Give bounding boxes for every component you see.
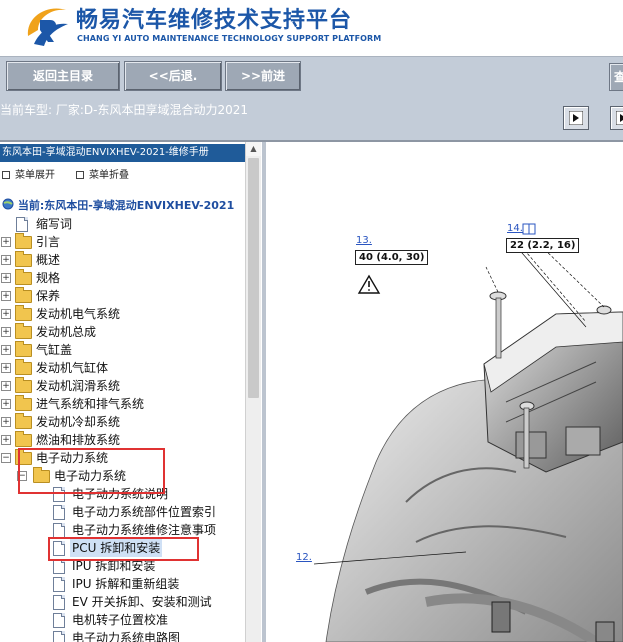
back-button[interactable]: <<后退. bbox=[124, 61, 222, 91]
tree-item[interactable]: + 发动机电气系统 bbox=[0, 305, 244, 323]
expand-plus-icon[interactable]: + bbox=[1, 399, 11, 409]
expand-plus-icon[interactable]: + bbox=[1, 381, 11, 391]
highlight-box bbox=[48, 537, 199, 561]
callout-12[interactable]: 12. bbox=[296, 552, 312, 563]
app-header: 畅易汽车维修技术支持平台 CHANG YI AUTO MAINTENANCE T… bbox=[0, 0, 623, 56]
expand-plus-icon[interactable]: + bbox=[1, 327, 11, 337]
callout-14[interactable]: 14. bbox=[507, 223, 523, 234]
folder-icon bbox=[15, 395, 32, 411]
last-page-icon[interactable] bbox=[610, 106, 623, 130]
document-icon bbox=[53, 559, 65, 574]
tree-item[interactable]: + 引言 bbox=[0, 233, 244, 251]
expand-plus-icon[interactable]: + bbox=[1, 417, 11, 427]
folder-icon bbox=[15, 377, 32, 393]
menu-collapse-button[interactable]: 菜单折叠 bbox=[76, 166, 129, 181]
document-icon bbox=[53, 631, 65, 642]
expand-icon bbox=[2, 171, 10, 179]
tree-item[interactable]: 缩写词 bbox=[0, 215, 244, 233]
scroll-up-icon[interactable]: ▲ bbox=[246, 142, 261, 156]
return-home-button[interactable]: 返回主目录 bbox=[6, 61, 120, 91]
forward-button[interactable]: >>前进 bbox=[225, 61, 301, 91]
highlight-box bbox=[18, 448, 165, 494]
torque-spec-14: 22 (2.2, 16) bbox=[506, 238, 580, 253]
tree-item[interactable]: + 概述 bbox=[0, 251, 244, 269]
tree-item[interactable]: + 规格 bbox=[0, 269, 244, 287]
manual-tree-panel: 东风本田-享域混动ENVIXHEV-2021-维修手册 菜单展开 菜单折叠 当前… bbox=[0, 142, 262, 642]
sidebar-scrollbar[interactable]: ▲ bbox=[245, 142, 261, 642]
menu-expand-button[interactable]: 菜单展开 bbox=[2, 166, 55, 181]
manual-title-bar: 东风本田-享域混动ENVIXHEV-2021-维修手册 bbox=[0, 144, 246, 162]
expand-plus-icon[interactable]: + bbox=[1, 255, 11, 265]
collapse-minus-icon[interactable]: − bbox=[1, 453, 11, 463]
tree-item[interactable]: + 保养 bbox=[0, 287, 244, 305]
expand-plus-icon[interactable]: + bbox=[1, 291, 11, 301]
current-manual-label: 当前:东风本田-享域混动ENVIXHEV-2021 bbox=[2, 197, 234, 213]
platform-title: 畅易汽车维修技术支持平台 bbox=[76, 8, 353, 33]
tree-item[interactable]: + 进气系统和排气系统 bbox=[0, 395, 244, 413]
bolt-13 bbox=[489, 291, 507, 359]
folder-icon bbox=[15, 251, 32, 267]
diagram-pane: 13. 40 (4.0, 30) 14. 22 (2.2, 16) 12. bbox=[266, 142, 623, 642]
folder-icon bbox=[15, 413, 32, 429]
folder-icon bbox=[15, 305, 32, 321]
platform-subtitle: CHANG YI AUTO MAINTENANCE TECHNOLOGY SUP… bbox=[77, 34, 382, 43]
current-model-text: 当前车型: 厂家:D-东风本田享域混合动力2021 bbox=[0, 103, 249, 117]
tree-item[interactable]: + 气缸盖 bbox=[0, 341, 244, 359]
folder-icon bbox=[15, 323, 32, 339]
expand-plus-icon[interactable]: + bbox=[1, 435, 11, 445]
tree-item[interactable]: + 发动机润滑系统 bbox=[0, 377, 244, 395]
expand-plus-icon[interactable]: + bbox=[1, 363, 11, 373]
folder-icon bbox=[15, 431, 32, 447]
expand-plus-icon[interactable]: + bbox=[1, 237, 11, 247]
warning-triangle-icon bbox=[357, 274, 381, 294]
document-icon bbox=[53, 613, 65, 628]
document-icon bbox=[53, 577, 65, 592]
toolbar: 返回主目录 <<后退. >>前进 查 bbox=[0, 56, 623, 95]
search-button-partial[interactable]: 查 bbox=[609, 63, 623, 91]
expand-plus-icon[interactable]: + bbox=[1, 345, 11, 355]
tree-item[interactable]: + 燃油和排放系统 bbox=[0, 431, 244, 449]
folder-icon bbox=[15, 233, 32, 249]
bolt-14b bbox=[596, 305, 612, 315]
pcu-diagram bbox=[313, 223, 623, 642]
tree-item[interactable]: + 发动机气缸体 bbox=[0, 359, 244, 377]
expand-plus-icon[interactable]: + bbox=[1, 273, 11, 283]
tree-item[interactable]: EV 开关拆卸、安装和测试 bbox=[0, 593, 244, 611]
document-icon bbox=[53, 523, 65, 538]
tree-item[interactable]: + 发动机冷却系统 bbox=[0, 413, 244, 431]
scroll-thumb[interactable] bbox=[248, 158, 259, 398]
globe-icon bbox=[2, 198, 14, 210]
callout-13[interactable]: 13. bbox=[356, 235, 372, 246]
document-icon bbox=[53, 505, 65, 520]
folder-icon bbox=[15, 341, 32, 357]
document-icon bbox=[53, 595, 65, 610]
model-info-bar: 当前车型: 厂家:D-东风本田享域混合动力2021 bbox=[0, 94, 623, 142]
swirl-logo-icon bbox=[20, 0, 72, 50]
tree-item[interactable]: 电子动力系统部件位置索引 bbox=[0, 503, 244, 521]
document-icon bbox=[16, 217, 28, 232]
collapse-icon bbox=[76, 171, 84, 179]
expand-plus-icon[interactable]: + bbox=[1, 309, 11, 319]
tree-item[interactable]: 电机转子位置校准 bbox=[0, 611, 244, 629]
tree-item[interactable]: + 发动机总成 bbox=[0, 323, 244, 341]
tree-item[interactable]: 电子动力系统电路图 bbox=[0, 629, 244, 642]
folder-icon bbox=[15, 287, 32, 303]
torque-spec-13: 40 (4.0, 30) bbox=[355, 250, 429, 265]
tree-item[interactable]: IPU 拆解和重新组装 bbox=[0, 575, 244, 593]
folder-icon bbox=[15, 269, 32, 285]
folder-icon bbox=[15, 359, 32, 375]
next-page-icon[interactable] bbox=[563, 106, 589, 130]
